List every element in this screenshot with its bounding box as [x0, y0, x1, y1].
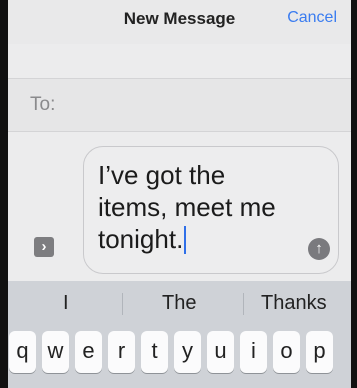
- key-y[interactable]: y: [174, 331, 201, 373]
- chevron-right-icon[interactable]: ›: [34, 237, 54, 257]
- key-q[interactable]: q: [9, 331, 36, 373]
- key-i[interactable]: i: [240, 331, 267, 373]
- key-r[interactable]: r: [108, 331, 135, 373]
- to-field[interactable]: To:: [8, 79, 351, 131]
- key-p[interactable]: p: [306, 331, 333, 373]
- send-button[interactable]: ↑: [308, 238, 330, 260]
- suggestion-separator: [243, 293, 244, 315]
- suggestion-bar: I The Thanks: [8, 281, 351, 327]
- up-arrow-icon: ↑: [315, 240, 323, 257]
- keyboard: q w e r t y u i o p: [8, 327, 351, 388]
- suggestion-item[interactable]: Thanks: [261, 292, 327, 315]
- device-bezel-left: [0, 0, 8, 388]
- suggestion-item[interactable]: The: [162, 292, 196, 315]
- key-t[interactable]: t: [141, 331, 168, 373]
- to-label: To:: [30, 94, 56, 115]
- cancel-button[interactable]: Cancel: [287, 9, 337, 27]
- key-e[interactable]: e: [75, 331, 102, 373]
- screen: New Message Cancel To: › I’ve got the it…: [0, 0, 357, 388]
- key-o[interactable]: o: [273, 331, 300, 373]
- header: New Message Cancel: [8, 0, 351, 44]
- message-input[interactable]: I’ve got the items, meet me tonight. ↑: [83, 146, 339, 274]
- message-text[interactable]: I’ve got the items, meet me tonight.: [98, 159, 303, 255]
- text-cursor: [184, 226, 187, 254]
- suggestion-item[interactable]: I: [63, 292, 69, 315]
- device-bezel-right: [351, 0, 357, 388]
- message-content: I’ve got the items, meet me tonight.: [98, 160, 276, 254]
- key-u[interactable]: u: [207, 331, 234, 373]
- key-w[interactable]: w: [42, 331, 69, 373]
- suggestion-separator: [122, 293, 123, 315]
